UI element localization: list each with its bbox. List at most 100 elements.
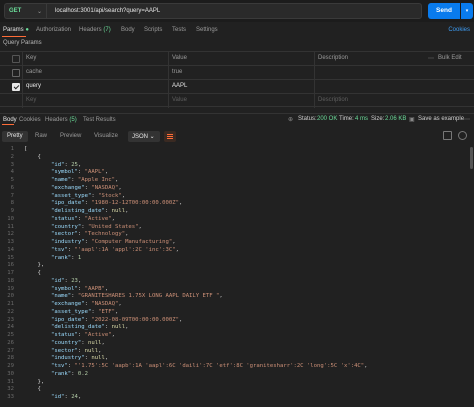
wrap-lines-icon[interactable] xyxy=(164,131,176,142)
more-icon[interactable]: ⋯ xyxy=(428,55,434,62)
tab-body[interactable]: Body xyxy=(121,27,135,33)
line-number: 4 xyxy=(10,169,14,176)
line-number: 31 xyxy=(7,378,14,385)
tab-scripts[interactable]: Scripts xyxy=(144,27,162,33)
more-icon[interactable]: ⋯ xyxy=(464,116,470,123)
line-number: 16 xyxy=(7,262,14,269)
param-key[interactable]: cache xyxy=(26,69,42,75)
code-line: 29 "tsv": "'1.75':5C 'aapb':1A 'aapl':6C… xyxy=(0,363,474,371)
line-number: 24 xyxy=(7,324,14,331)
code-line: 28 "industry": null, xyxy=(0,355,474,363)
search-icon[interactable] xyxy=(458,131,467,140)
line-number: 13 xyxy=(7,239,14,245)
globe-icon: ⊕ xyxy=(288,117,294,123)
save-as-example-button[interactable]: Save as example xyxy=(418,116,464,122)
code-line: 30 "rank": 0.2 xyxy=(0,371,474,379)
tab-tests[interactable]: Tests xyxy=(172,27,186,33)
select-all-checkbox[interactable] xyxy=(12,55,20,63)
format-visualize[interactable]: Visualize xyxy=(89,131,123,142)
code-text: "delisting_date": null, xyxy=(50,324,129,331)
line-number: 30 xyxy=(7,370,14,377)
code-line: 17 { xyxy=(0,270,474,278)
new-param-description-input[interactable]: Description xyxy=(318,97,348,103)
code-text: "rank": 1 xyxy=(50,254,82,261)
code-text: { xyxy=(24,386,41,393)
line-number: 11 xyxy=(7,223,14,230)
format-preview[interactable]: Preview xyxy=(55,131,86,142)
code-text: "id": 24, xyxy=(50,394,82,400)
tab-headers[interactable]: Headers (7) xyxy=(79,27,111,33)
code-line: 27 "sector": null, xyxy=(0,348,474,356)
send-dropdown-chevron-icon[interactable]: ▾ xyxy=(461,3,473,19)
response-format-toolbar: Pretty Raw Preview Visualize JSON ⌄ xyxy=(0,128,474,145)
scrollbar[interactable] xyxy=(470,147,473,169)
code-text: "sector": null, xyxy=(50,347,102,354)
code-line: 8 "ipo_date": "1980-12-12T00:00:00.000Z"… xyxy=(0,200,474,208)
size-label: Size: xyxy=(371,116,385,122)
code-text: "industry": "Computer Manufacturing", xyxy=(50,239,176,245)
code-line: 1[ xyxy=(0,146,474,154)
code-text: "country": null, xyxy=(50,339,105,346)
code-text: "id": 23, xyxy=(50,277,82,284)
param-enable-checkbox[interactable] xyxy=(12,83,20,91)
tab-authorization[interactable]: Authorization xyxy=(36,27,71,33)
tab-response-headers[interactable]: Headers (5) xyxy=(45,117,77,123)
param-key[interactable]: query xyxy=(26,83,41,89)
url-input[interactable]: localhost:3001/api/search?query=AAPL xyxy=(46,3,422,19)
code-line: 15 "rank": 1 xyxy=(0,255,474,263)
table-row: cache true xyxy=(0,65,474,79)
new-param-value-input[interactable]: Value xyxy=(172,97,187,103)
code-text: }, xyxy=(24,378,45,385)
code-text: "rank": 0.2 xyxy=(50,370,89,377)
code-text: "exchange": "NASDAQ", xyxy=(50,184,122,191)
code-line: 32 { xyxy=(0,386,474,394)
query-params-table: Key Value Description ⋯ Bulk Edit cache … xyxy=(0,51,474,108)
query-params-label: Query Params xyxy=(3,40,42,46)
format-raw[interactable]: Raw xyxy=(30,131,52,142)
send-button[interactable]: Send xyxy=(428,3,460,19)
tab-response-body[interactable]: Body xyxy=(3,117,17,123)
code-text: "country": "United States", xyxy=(50,223,142,230)
tab-params[interactable]: Params ● xyxy=(3,27,29,33)
tab-settings[interactable]: Settings xyxy=(196,27,218,33)
line-number: 18 xyxy=(7,277,14,284)
param-value[interactable]: true xyxy=(172,69,182,75)
status-value: 200 OK xyxy=(317,116,338,122)
new-param-key-input[interactable]: Key xyxy=(26,97,36,103)
line-number: 23 xyxy=(7,316,14,323)
code-line: 7 "asset_type": "Stock", xyxy=(0,193,474,201)
code-line: 23 "ipo_date": "2022-08-09T00:00:00.000Z… xyxy=(0,317,474,325)
bulk-edit-button[interactable]: Bulk Edit xyxy=(438,55,462,61)
tab-response-cookies[interactable]: Cookies xyxy=(19,117,41,123)
chevron-down-icon: ⌄ xyxy=(36,9,42,15)
code-text: "symbol": "AAPB", xyxy=(50,285,109,292)
code-text: "delisting_date": null, xyxy=(50,208,129,214)
code-text: "id": 25, xyxy=(50,161,82,168)
param-value[interactable]: AAPL xyxy=(172,83,187,89)
code-line: 33 "id": 24, xyxy=(0,394,474,402)
column-divider xyxy=(22,51,23,108)
line-number: 7 xyxy=(10,192,14,199)
tab-test-results[interactable]: Test Results xyxy=(83,117,116,123)
column-divider xyxy=(314,51,315,108)
copy-icon[interactable] xyxy=(443,131,452,140)
code-text: "symbol": "AAPL", xyxy=(50,169,109,176)
code-line: 18 "id": 23, xyxy=(0,278,474,286)
code-line: 13 "industry": "Computer Manufacturing", xyxy=(0,239,474,247)
response-body-editor[interactable]: 1[2 {3 "id": 25, 4 "symbol": "AAPL", 5 "na… xyxy=(0,146,474,407)
param-enable-checkbox[interactable] xyxy=(12,69,20,77)
line-number: 15 xyxy=(7,254,14,261)
code-text: }, xyxy=(24,262,45,269)
format-type-select[interactable]: JSON ⌄ xyxy=(128,131,160,142)
code-text: "asset_type": "Stock", xyxy=(50,192,126,199)
line-number: 12 xyxy=(7,231,14,238)
line-number: 32 xyxy=(7,386,14,393)
code-text: "tsv": "'1.75':5C 'aapb':1A 'aapl':6C 'd… xyxy=(50,363,368,369)
save-icon: ▣ xyxy=(409,117,415,123)
code-line: 25 "status": "Active", xyxy=(0,332,474,340)
method-select[interactable]: GET ⌄ xyxy=(4,3,46,19)
format-pretty[interactable]: Pretty xyxy=(2,131,28,142)
cookies-link[interactable]: Cookies xyxy=(448,27,470,33)
code-text: "name": "GRANITESHARES 1.75X LONG AAPL D… xyxy=(50,293,223,300)
code-text: "industry": null, xyxy=(50,355,109,362)
